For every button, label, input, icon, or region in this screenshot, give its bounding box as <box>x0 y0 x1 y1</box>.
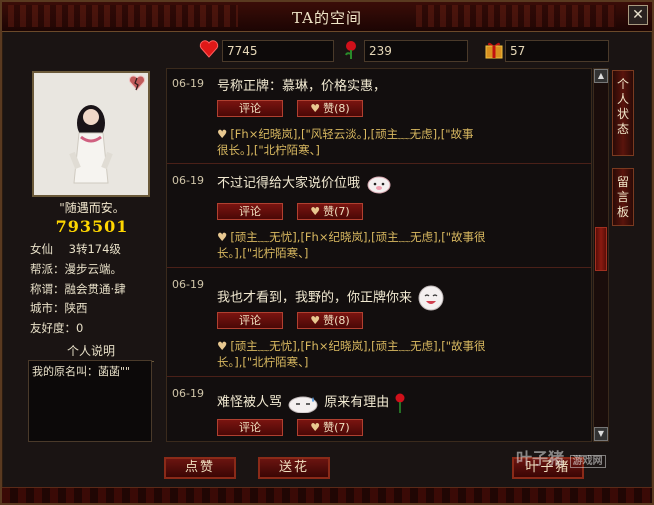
title-line: 称谓：融会贯通·肆 <box>30 282 126 296</box>
friendship-line: 友好度：0 <box>30 321 84 335</box>
watermark-sub: 游戏网 <box>569 455 606 468</box>
comment-button[interactable]: 评论 <box>217 203 283 220</box>
entry-text: 我也才看到，我野的，你正牌你来 <box>217 284 446 312</box>
like-button[interactable]: ♥ 赞(7) <box>297 419 363 436</box>
likers-line-1: [顽主﹏无忧],[Fh×纪晓岚],[顽主﹏无虑],["故事很 <box>230 230 486 244</box>
watermark-brand: 叶子猪 <box>516 449 565 468</box>
scroll-down-button[interactable]: ▼ <box>594 427 608 441</box>
entry-text: 不过记得给大家说价位哦 <box>217 172 394 194</box>
laughing-emoticon-icon <box>418 285 444 311</box>
entry-text-content: 不过记得给大家说价位哦 <box>217 176 361 191</box>
feed-scrollbar[interactable]: ▲ ▼ <box>593 68 609 442</box>
like-count: 赞(8) <box>323 314 350 327</box>
entry-divider <box>167 376 591 377</box>
likers-list: ♥ [顽主﹏无忧],[Fh×纪晓岚],[顽主﹏无虑],["故事很 长。],["北柠… <box>217 229 567 261</box>
entry-text-content: 难怪被人骂 <box>217 395 283 410</box>
scroll-thumb[interactable] <box>595 227 607 271</box>
like-profile-button[interactable]: 点赞 <box>164 457 236 479</box>
like-count: 赞(8) <box>323 102 350 115</box>
likers-heart-icon: ♥ <box>217 127 228 141</box>
rose-icon <box>345 41 356 59</box>
likers-heart-icon: ♥ <box>217 339 228 353</box>
send-flower-button[interactable]: 送花 <box>258 457 330 479</box>
personal-desc-box: 我的原名叫：菡菡"" <box>28 360 152 442</box>
entry-divider <box>167 267 591 268</box>
gift-icon <box>485 42 503 59</box>
broken-heart-icon[interactable] <box>128 74 146 92</box>
comment-button[interactable]: 评论 <box>217 312 283 329</box>
entry-text-content-after: 原来有理由 <box>324 395 390 410</box>
like-heart-icon: ♥ <box>310 421 321 434</box>
close-button[interactable]: ✕ <box>628 5 648 25</box>
like-heart-icon: ♥ <box>310 102 321 115</box>
flowers-count: 239 <box>364 40 468 62</box>
space-window: TA的空间 ✕ 7745 239 57 "随遇而安。 793501 女仙 3转1… <box>0 0 654 505</box>
like-heart-icon: ♥ <box>310 314 321 327</box>
likers-list: ♥ [Fh×纪晓岚],["风轻云淡。],[顽主﹏无虑],["故事 很长。],["北… <box>217 126 567 158</box>
entry-text: 难怪被人骂 原来有理由 <box>217 391 407 414</box>
likers-line-2: 长。],["北柠陌寒、] <box>217 246 309 260</box>
bottom-decorative-border <box>2 487 652 503</box>
guild-line: 帮派：漫步云端。 <box>30 262 122 276</box>
site-watermark: 叶子猪 游戏网 <box>516 445 636 481</box>
heart-icon <box>199 40 219 58</box>
likers-line-1: [Fh×纪晓岚],["风轻云淡。],[顽主﹏无虑],["故事 <box>230 127 474 141</box>
entry-date: 06-19 <box>172 77 204 90</box>
like-count: 赞(7) <box>323 205 350 218</box>
likers-line-2: 长。],["北柠陌寒、] <box>217 355 309 369</box>
title-bar[interactable]: TA的空间 ✕ <box>2 2 652 32</box>
profile-motto: "随遇而安。 <box>59 201 125 215</box>
gifts-count: 57 <box>505 40 609 62</box>
likers-heart-icon: ♥ <box>217 230 228 244</box>
tab-personal-status[interactable]: 个人状态 <box>612 70 634 156</box>
like-button[interactable]: ♥ 赞(8) <box>297 312 363 329</box>
status-feed[interactable]: 06-19 号称正牌：慕琳，价格实惠， 评论 ♥ 赞(8) ♥ [Fh×纪晓岚],[… <box>166 68 592 442</box>
rose-emoticon-icon <box>395 393 405 413</box>
entry-text: 号称正牌：慕琳，价格实惠， <box>217 79 387 94</box>
like-heart-icon: ♥ <box>310 205 321 218</box>
profile-score: 793501 <box>55 217 129 236</box>
city-line: 城市：陕西 <box>30 301 88 315</box>
likers-line-2: 很长。],["北柠陌寒、] <box>217 143 320 157</box>
like-count: 赞(7) <box>323 421 350 434</box>
class-level-line: 女仙 3转174级 <box>30 241 121 257</box>
window-title: TA的空间 <box>291 9 363 27</box>
scroll-up-button[interactable]: ▲ <box>594 69 608 83</box>
personal-desc-header: 个人说明 <box>28 342 154 362</box>
like-button[interactable]: ♥ 赞(7) <box>297 203 363 220</box>
likers-list: ♥ [顽主﹏无忧],[Fh×纪晓岚],[顽主﹏无虑],["故事很 长。],["北柠… <box>217 338 567 370</box>
entry-divider <box>167 163 591 164</box>
entry-date: 06-19 <box>172 174 204 187</box>
hearts-count: 7745 <box>222 40 334 62</box>
comment-button[interactable]: 评论 <box>217 419 283 436</box>
comment-button[interactable]: 评论 <box>217 100 283 117</box>
sweat-emoticon-icon <box>288 396 318 413</box>
entry-text-content: 我也才看到，我野的，你正牌你来 <box>217 290 413 306</box>
personal-desc-text: 我的原名叫：菡菡"" <box>32 365 131 378</box>
entry-date: 06-19 <box>172 278 204 291</box>
like-button[interactable]: ♥ 赞(8) <box>297 100 363 117</box>
class-label: 女仙 <box>30 242 53 256</box>
pig-emoticon-icon <box>367 176 391 193</box>
likers-line-1: [顽主﹏无忧],[Fh×纪晓岚],[顽主﹏无虑],["故事很 <box>230 339 486 353</box>
entry-date: 06-19 <box>172 387 204 400</box>
tab-message-board[interactable]: 留言板 <box>612 168 634 226</box>
level-label: 3转174级 <box>68 242 121 256</box>
